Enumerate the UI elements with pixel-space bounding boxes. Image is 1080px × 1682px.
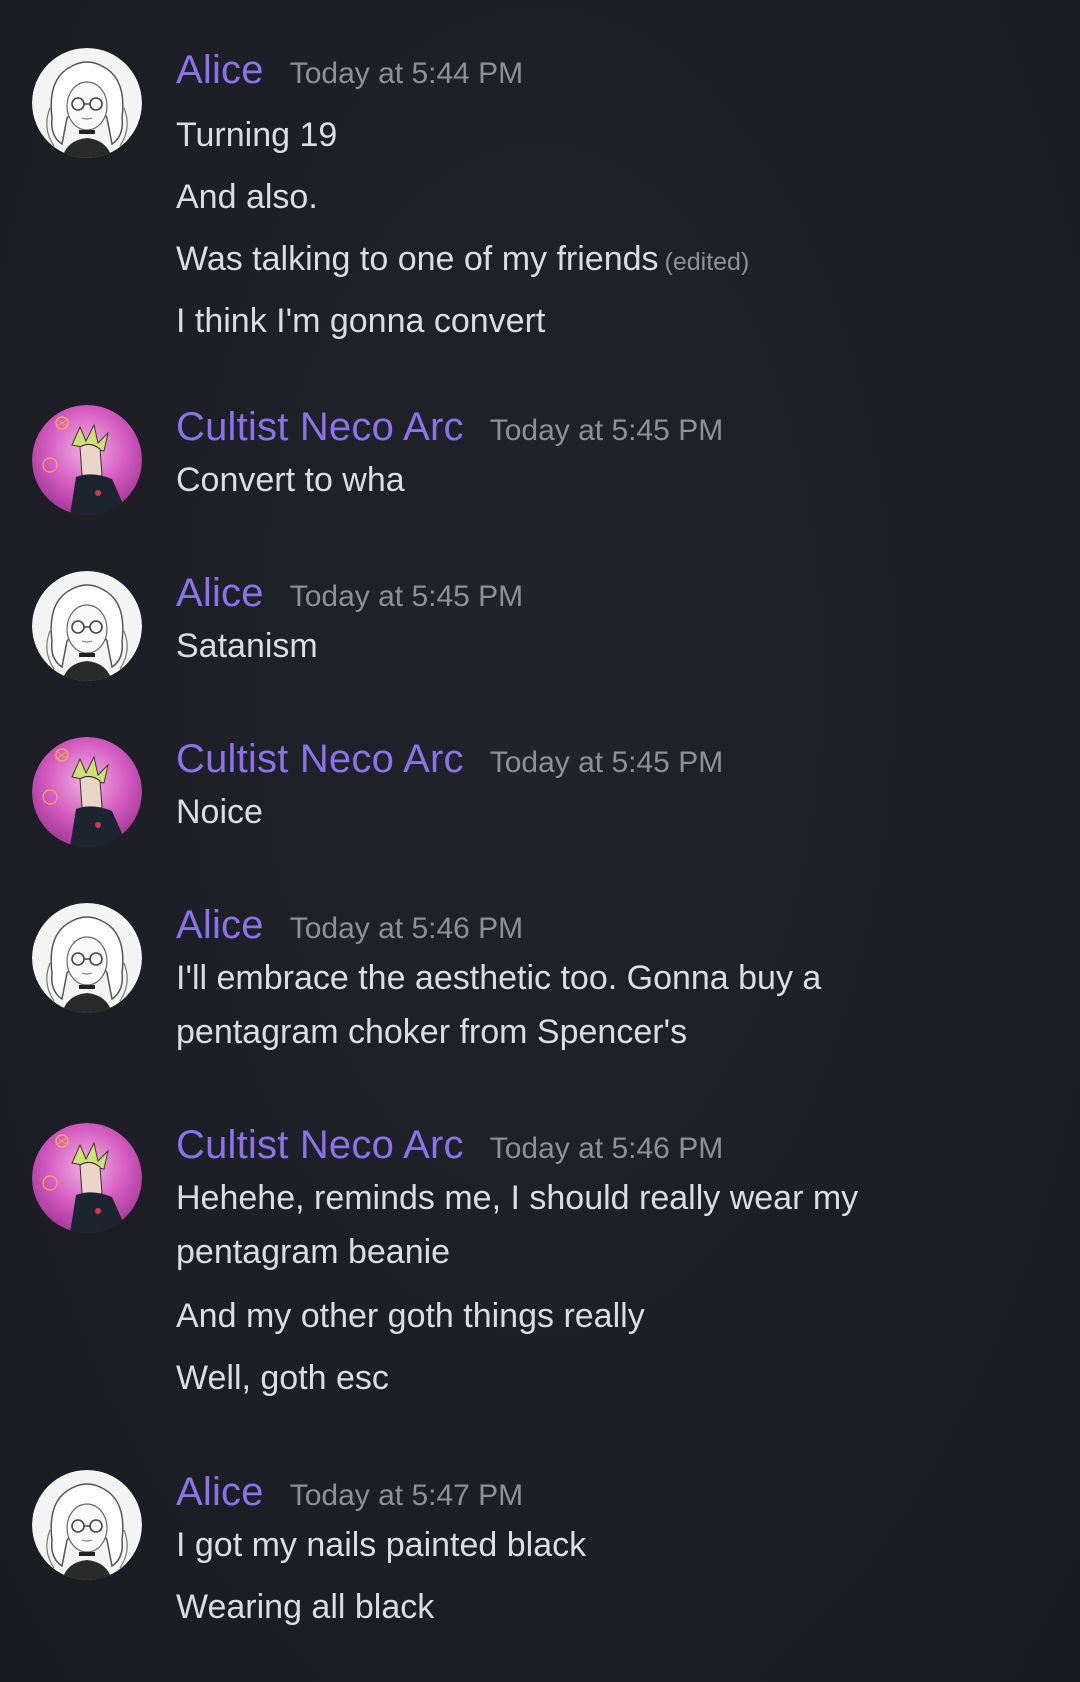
message-header: Alice Today at 5:44 PM — [176, 48, 523, 104]
timestamp: Today at 5:46 PM — [489, 1132, 724, 1165]
chat-message-list: Alice Today at 5:44 PM Turning 19 And al… — [0, 0, 1080, 1682]
username[interactable]: Alice — [176, 1470, 264, 1515]
avatar[interactable] — [32, 1123, 142, 1233]
timestamp: Today at 5:46 PM — [289, 912, 524, 945]
message-text: Well, goth esc — [176, 1359, 389, 1397]
timestamp: Today at 5:45 PM — [489, 414, 724, 447]
avatar[interactable] — [32, 737, 142, 847]
message-text: I got my nails painted black — [176, 1526, 587, 1564]
username[interactable]: Alice — [176, 903, 264, 948]
message-text: Noice — [176, 793, 263, 831]
avatar[interactable] — [32, 48, 142, 158]
message-text: Was talking to one of my friends — [176, 240, 659, 278]
message-text: Hehehe, reminds me, I should really wear… — [176, 1179, 859, 1271]
message-text: I'll embrace the aesthetic too. Gonna bu… — [176, 959, 822, 1051]
username[interactable]: Cultist Neco Arc — [176, 405, 464, 450]
username[interactable]: Alice — [176, 48, 264, 93]
alice-avatar-icon — [32, 903, 142, 1013]
avatar[interactable] — [32, 405, 142, 515]
alice-avatar-icon — [32, 48, 142, 158]
message-text: Wearing all black — [176, 1588, 435, 1626]
timestamp: Today at 5:45 PM — [489, 746, 724, 779]
cultist-avatar-icon — [32, 405, 142, 515]
message-text-edited: Was talking to one of my friends (edited) — [176, 232, 1036, 289]
avatar[interactable] — [32, 903, 142, 1013]
cultist-avatar-icon — [32, 1123, 142, 1233]
cultist-avatar-icon — [32, 737, 142, 847]
timestamp: Today at 5:45 PM — [289, 580, 524, 613]
message-text: Convert to wha — [176, 461, 405, 499]
edited-label: (edited) — [664, 248, 750, 276]
username[interactable]: Alice — [176, 571, 264, 616]
timestamp: Today at 5:47 PM — [289, 1479, 524, 1512]
alice-avatar-icon — [32, 571, 142, 681]
message-text: And also. — [176, 178, 318, 216]
username[interactable]: Cultist Neco Arc — [176, 737, 464, 782]
message-text: Satanism — [176, 627, 318, 665]
message-text: And my other goth things really — [176, 1297, 645, 1335]
timestamp: Today at 5:44 PM — [289, 57, 524, 90]
avatar[interactable] — [32, 1470, 142, 1580]
message-text: Turning 19 — [176, 116, 338, 154]
message-text: I think I'm gonna convert — [176, 302, 546, 340]
avatar[interactable] — [32, 571, 142, 681]
username[interactable]: Cultist Neco Arc — [176, 1123, 464, 1168]
alice-avatar-icon — [32, 1470, 142, 1580]
